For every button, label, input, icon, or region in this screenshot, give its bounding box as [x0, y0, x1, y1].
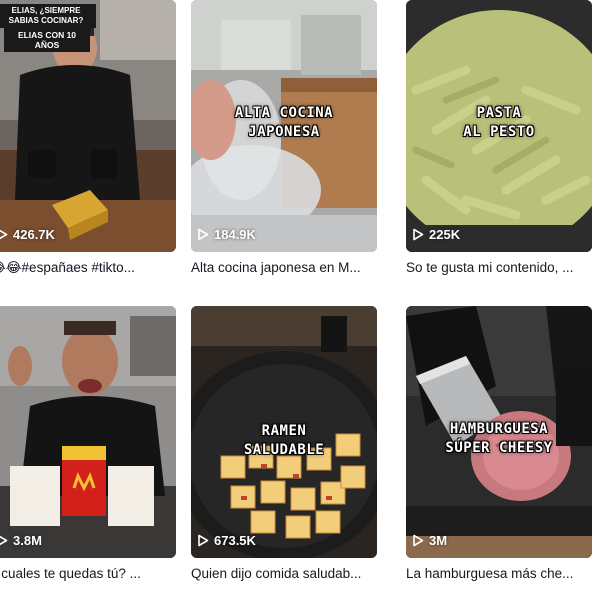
video-grid: ELIAS, ¿SIEMPRE SABIAS COCINAR? ELIAS CO… [0, 0, 600, 600]
video-caption[interactable]: Alta cocina japonesa en M... [191, 260, 377, 278]
view-count-value: 426.7K [13, 227, 55, 242]
overlay-tag: ELIAS CON 10 AÑOS [4, 28, 90, 52]
view-count-value: 184.9K [214, 227, 256, 242]
overlay-line-1: PASTA [476, 105, 522, 121]
play-icon [0, 535, 8, 546]
video-thumbnail[interactable]: RAMEN SALUDABLE 673.5K [191, 306, 377, 558]
view-count-value: 3M [429, 533, 448, 548]
overlay-line-2: SALUDABLE [243, 442, 325, 458]
overlay-line-2: SÚPER CHEESY [445, 440, 553, 456]
view-count: 184.9K [197, 227, 256, 242]
video-thumbnail[interactable]: ALTA COCINA JAPONESA 184.9K [191, 0, 377, 252]
video-caption[interactable]: n cuales te quedas tú? ... [0, 566, 176, 584]
play-icon [413, 534, 424, 547]
view-count: 3.8M [0, 533, 42, 548]
view-count: 225K [412, 227, 460, 242]
view-count-value: 3.8M [13, 533, 42, 548]
overlay-line-1: ALTA COCINA [234, 105, 334, 121]
view-count: 426.7K [0, 227, 55, 242]
overlay-question: ELIAS, ¿SIEMPRE SABIAS COCINAR? [0, 4, 96, 28]
video-card[interactable]: ALTA COCINA JAPONESA 184.9K Alta cocina … [191, 0, 377, 278]
video-card[interactable]: PASTA AL PESTO 225K So te gusta mi conte… [406, 0, 592, 278]
overlay-title: PASTA AL PESTO [406, 104, 592, 142]
video-thumbnail[interactable]: ELIAS, ¿SIEMPRE SABIAS COCINAR? ELIAS CO… [0, 0, 176, 252]
play-icon [198, 534, 209, 547]
play-icon [413, 228, 424, 241]
overlay-title: HAMBURGUESA SÚPER CHEESY [406, 420, 592, 458]
video-caption[interactable]: La hamburguesa más che... [406, 566, 592, 584]
video-card[interactable]: RAMEN SALUDABLE 673.5K Quien dijo comida… [191, 306, 377, 584]
video-caption[interactable]: So te gusta mi contenido, ... [406, 260, 592, 278]
overlay-line-1: RAMEN [261, 423, 307, 439]
video-thumbnail[interactable]: PASTA AL PESTO 225K [406, 0, 592, 252]
overlay-line-1: HAMBURGUESA [449, 421, 549, 437]
play-icon [0, 229, 8, 240]
video-caption[interactable]: Quien dijo comida saludab... [191, 566, 377, 584]
view-count: 673.5K [197, 533, 256, 548]
video-card[interactable]: HAMBURGUESA SÚPER CHEESY 3M La hamburgue… [406, 306, 592, 584]
view-count: 3M [412, 533, 447, 548]
video-thumbnail[interactable]: 3.8M [0, 306, 176, 558]
overlay-title: RAMEN SALUDABLE [191, 422, 377, 460]
thumbnail-image [0, 306, 176, 558]
overlay-title: ALTA COCINA JAPONESA [191, 104, 377, 142]
view-count-value: 673.5K [214, 533, 256, 548]
play-icon [198, 228, 209, 241]
video-caption[interactable]: 😂😂#españaes #tikto... [0, 260, 176, 278]
view-count-value: 225K [429, 227, 461, 242]
video-thumbnail[interactable]: HAMBURGUESA SÚPER CHEESY 3M [406, 306, 592, 558]
video-card[interactable]: ELIAS, ¿SIEMPRE SABIAS COCINAR? ELIAS CO… [0, 0, 176, 278]
overlay-line-2: JAPONESA [248, 124, 320, 140]
overlay-line-2: AL PESTO [463, 124, 535, 140]
video-card[interactable]: 3.8M n cuales te quedas tú? ... [0, 306, 176, 584]
